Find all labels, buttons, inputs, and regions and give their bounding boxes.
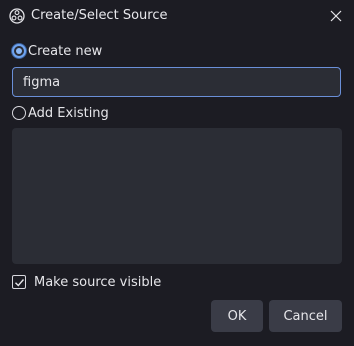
make-source-visible-checkbox[interactable] bbox=[12, 275, 26, 289]
obs-logo-icon bbox=[9, 8, 25, 24]
create-select-source-dialog: Create/Select Source Create new Add Exis… bbox=[0, 0, 354, 346]
ok-button[interactable]: OK bbox=[211, 300, 263, 332]
cancel-button[interactable]: Cancel bbox=[269, 300, 342, 332]
add-existing-radio[interactable] bbox=[12, 106, 26, 120]
add-existing-radio-option[interactable]: Add Existing bbox=[12, 103, 109, 123]
existing-sources-list[interactable] bbox=[12, 128, 342, 264]
source-name-input[interactable] bbox=[12, 67, 341, 97]
close-icon[interactable] bbox=[326, 6, 346, 26]
create-new-radio-option[interactable]: Create new bbox=[12, 41, 102, 61]
create-new-label: Create new bbox=[28, 43, 103, 59]
title-bar: Create/Select Source bbox=[0, 0, 354, 32]
add-existing-label: Add Existing bbox=[28, 105, 109, 121]
window-title: Create/Select Source bbox=[31, 8, 168, 23]
checkmark-icon bbox=[14, 278, 24, 287]
make-source-visible-option[interactable]: Make source visible bbox=[12, 272, 161, 292]
create-new-radio[interactable] bbox=[12, 44, 26, 58]
make-source-visible-label: Make source visible bbox=[34, 274, 162, 290]
